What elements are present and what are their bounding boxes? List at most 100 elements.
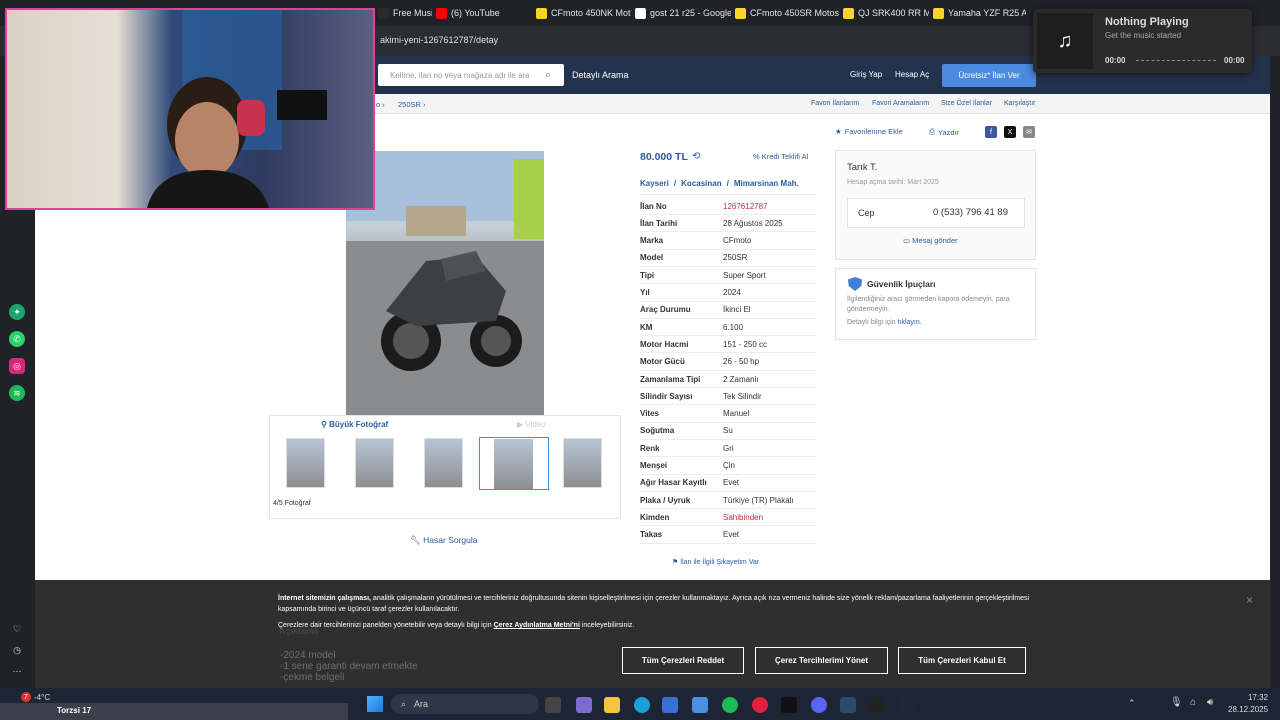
discord-icon[interactable] bbox=[811, 697, 827, 713]
location-neighborhood[interactable]: Mimarsinan Mah. bbox=[734, 179, 799, 188]
app-icon[interactable] bbox=[840, 697, 856, 713]
browser-tab[interactable]: CFmoto 450NK Motos bbox=[536, 3, 631, 23]
media-progress[interactable] bbox=[1136, 60, 1216, 61]
search-icon: ⌕ bbox=[401, 698, 407, 709]
chatgpt-icon[interactable]: ✦ bbox=[9, 304, 25, 320]
special-listings-link[interactable]: Size Özel İlanlar bbox=[941, 100, 992, 107]
credit-offer-label: Kredi Teklifi Al bbox=[761, 152, 809, 161]
obs-icon[interactable] bbox=[869, 697, 885, 713]
detail-row: Plaka / Uyruk Türkiye (TR) Plakalı bbox=[640, 492, 816, 510]
print-link[interactable]: ⎙ Yazdır bbox=[929, 127, 959, 137]
facebook-share-icon[interactable]: f bbox=[985, 126, 997, 138]
spotify-icon[interactable]: ≋ bbox=[9, 385, 25, 401]
browser-tab[interactable]: Yamaha YZF R25 ABS bbox=[933, 3, 1026, 23]
microphone-icon[interactable]: 🎙︎ bbox=[1170, 697, 1183, 708]
close-icon[interactable]: × bbox=[1246, 593, 1253, 607]
taskbar-search[interactable]: ⌕ Ara bbox=[391, 694, 539, 714]
motorcycle-image bbox=[346, 151, 544, 415]
instagram-icon[interactable]: ◎ bbox=[9, 358, 25, 374]
login-link[interactable]: Giriş Yap bbox=[850, 70, 882, 79]
spotify-taskbar-icon[interactable] bbox=[722, 697, 738, 713]
clock-time[interactable]: 17:32 bbox=[1228, 693, 1268, 702]
photo-thumbnail[interactable] bbox=[355, 438, 394, 488]
browser-tab[interactable]: QJ SRK400 RR Motosik bbox=[843, 3, 929, 23]
seller-name[interactable]: Tarık T. bbox=[847, 162, 877, 173]
url-text[interactable]: akimi-yeni-1267612787/detay bbox=[380, 35, 498, 45]
post-ad-button[interactable]: Ücretsiz* İlan Ver bbox=[942, 64, 1036, 87]
detailed-search-link[interactable]: Detaylı Arama bbox=[572, 70, 629, 80]
detail-key: Silindir Sayısı bbox=[640, 391, 693, 401]
photo-thumbnail-selected[interactable] bbox=[479, 437, 549, 490]
email-share-icon[interactable]: ✉ bbox=[1023, 126, 1035, 138]
cookie-policy-link[interactable]: Çerez Aydınlatma Metni'ni bbox=[494, 622, 580, 629]
phone-number[interactable]: 0 (533) 796 41 89 bbox=[933, 207, 1008, 218]
detail-row: Soğutma Su bbox=[640, 423, 816, 440]
steam-icon[interactable] bbox=[898, 697, 914, 713]
manage-cookies-button[interactable]: Çerez Tercihlerimi Yönet bbox=[755, 647, 888, 674]
price-history-icon[interactable]: ⟲ bbox=[692, 151, 700, 162]
heart-icon[interactable]: ♡ bbox=[9, 621, 25, 637]
search-input[interactable]: Kelime, ilan no veya mağaza adı ile ara bbox=[378, 64, 564, 86]
detail-key: Araç Durumu bbox=[640, 305, 691, 315]
message-icon: ▭ bbox=[903, 236, 913, 245]
cookie-text-bold: İnternet sitemizin çalışması, bbox=[278, 595, 371, 602]
browser-tab[interactable]: (6) YouTube bbox=[436, 3, 500, 23]
store-icon[interactable] bbox=[662, 697, 678, 713]
capcut-icon[interactable] bbox=[781, 697, 797, 713]
widgets-icon[interactable] bbox=[576, 697, 592, 713]
temperature[interactable]: -4°C bbox=[34, 693, 50, 702]
whatsapp-icon[interactable]: ✆ bbox=[9, 331, 25, 347]
accept-all-cookies-button[interactable]: Tüm Çerezleri Kabul Et bbox=[898, 647, 1026, 674]
page-scrollbar[interactable] bbox=[1270, 56, 1280, 688]
outlook-icon[interactable] bbox=[692, 697, 708, 713]
photo-thumbnail[interactable] bbox=[286, 438, 325, 488]
browser-tab[interactable]: Free Music Do bbox=[378, 3, 432, 23]
windows-start-icon[interactable] bbox=[367, 696, 383, 712]
photo-thumbnail[interactable] bbox=[563, 438, 602, 488]
breadcrumb-item[interactable]: 250SR › bbox=[398, 100, 426, 109]
tab-label: gost 21 r25 - Google'd bbox=[650, 8, 731, 18]
main-photo[interactable] bbox=[346, 151, 544, 415]
task-view-icon[interactable] bbox=[545, 697, 561, 713]
network-icon[interactable]: ⌂ bbox=[1190, 697, 1196, 708]
detail-value: 26 - 50 hp bbox=[723, 357, 760, 367]
big-photo-button[interactable]: ⚲ Büyük Fotoğraf bbox=[321, 420, 388, 429]
location-district[interactable]: Kocasinan bbox=[681, 179, 721, 188]
edge-icon[interactable] bbox=[634, 697, 650, 713]
favorite-listings-link[interactable]: Favori İlanlarım bbox=[811, 100, 859, 107]
video-button[interactable]: ▶ Video bbox=[517, 420, 546, 429]
detail-value: Evet bbox=[723, 530, 740, 540]
volume-icon[interactable]: 🔊︎ bbox=[1207, 697, 1213, 708]
compare-link[interactable]: Karşılaştır bbox=[1004, 100, 1036, 107]
cookie-text-2-end: inceleyebilirsiniz. bbox=[579, 622, 635, 629]
location-city[interactable]: Kayseri bbox=[640, 179, 669, 188]
more-icon[interactable]: ⋯ bbox=[9, 663, 25, 679]
history-icon[interactable]: ◷ bbox=[9, 642, 25, 658]
x-share-icon[interactable]: X bbox=[1004, 126, 1016, 138]
breadcrumb-item[interactable]: o › bbox=[376, 100, 385, 109]
detail-key: Zamanlama Tipi bbox=[640, 374, 701, 384]
send-message-link[interactable]: ▭ Mesaj gönder bbox=[903, 236, 958, 245]
opera-icon[interactable] bbox=[752, 697, 768, 713]
browser-tab[interactable]: CFmoto 450SR Motos bbox=[735, 3, 839, 23]
chevron-up-icon[interactable]: ⌃ bbox=[1128, 698, 1136, 709]
file-explorer-icon[interactable] bbox=[604, 697, 620, 713]
detail-value: Manuel bbox=[723, 409, 750, 419]
photo-thumbnail[interactable] bbox=[424, 438, 463, 488]
wrench-icon: 🔧︎ bbox=[410, 535, 424, 545]
favorite-searches-link[interactable]: Favori Aramalarım bbox=[872, 100, 929, 107]
detail-value: 6.100 bbox=[723, 322, 744, 332]
search-icon[interactable]: ⌕ bbox=[545, 69, 551, 82]
clock-date[interactable]: 28.12.2025 bbox=[1228, 705, 1268, 714]
report-link[interactable]: ⚑ İlan ile İlgili Şikayetim Var bbox=[672, 558, 759, 566]
credit-offer-link[interactable]: % Kredi Teklifi Al bbox=[753, 152, 808, 161]
safety-tips-link[interactable]: tıklayın. bbox=[898, 319, 922, 326]
add-favorite-link[interactable]: ★ Favorilerime Ekle bbox=[835, 127, 903, 136]
music-note-icon: ♫ bbox=[1037, 13, 1093, 69]
weather-badge: 7 bbox=[21, 692, 31, 702]
detail-key: Plaka / Uyruk bbox=[640, 495, 691, 505]
signup-link[interactable]: Hesap Aç bbox=[895, 70, 929, 79]
browser-tab[interactable]: gost 21 r25 - Google'd bbox=[635, 3, 731, 23]
reject-all-cookies-button[interactable]: Tüm Çerezleri Reddet bbox=[622, 647, 744, 674]
damage-query-link[interactable]: 🔧︎ Hasar Sorgula bbox=[410, 535, 478, 546]
